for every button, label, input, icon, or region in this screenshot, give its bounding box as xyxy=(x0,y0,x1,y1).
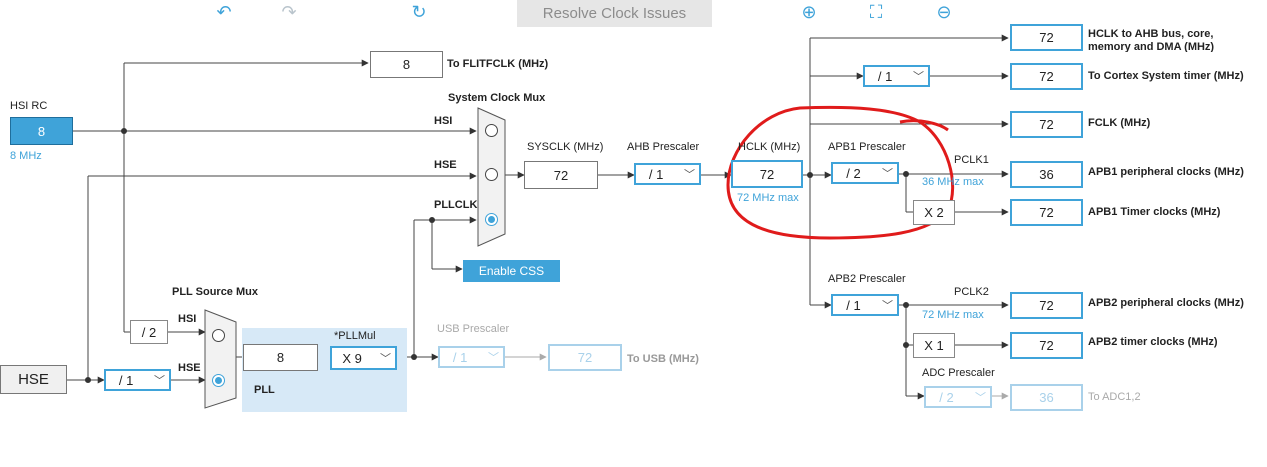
refresh-icon[interactable]: ↻ xyxy=(407,2,431,23)
output-apb2-timer-label: APB2 timer clocks (MHz) xyxy=(1088,336,1218,348)
hse-source-box[interactable]: HSE xyxy=(0,365,67,394)
redo-icon[interactable]: ↷ xyxy=(277,2,301,23)
ahb-prescaler-label: AHB Prescaler xyxy=(627,141,700,153)
hsi-rc-title: HSI RC xyxy=(10,100,48,112)
output-cortex-value: 72 xyxy=(1010,63,1083,90)
pll-source-mux-title: PLL Source Mux xyxy=(172,286,258,298)
apb1-max: 36 MHz max xyxy=(922,176,984,188)
usb-output-label: To USB (MHz) xyxy=(627,353,699,365)
sysmux-hse-radio[interactable] xyxy=(485,168,498,181)
apb1-prescaler-select[interactable]: / 2 ﹀ xyxy=(831,162,899,184)
pllsrc-hse-label: HSE xyxy=(178,362,201,374)
adc-prescaler-select[interactable]: / 2 ﹀ xyxy=(924,386,992,408)
ahb-prescaler-select[interactable]: / 1 ﹀ xyxy=(634,163,701,185)
apb2-prescaler-label: APB2 Prescaler xyxy=(828,273,906,285)
apb2-timer-multiplier: X 1 xyxy=(913,333,955,358)
sysmux-pllclk-label: PLLCLK xyxy=(434,199,478,211)
pllmul-label: *PLLMul xyxy=(334,330,376,342)
enable-css-button[interactable]: Enable CSS xyxy=(463,260,560,282)
fit-to-screen-icon[interactable]: ⛶ xyxy=(864,2,888,23)
usb-prescaler-value: / 1 xyxy=(452,349,468,365)
output-fclk-value: 72 xyxy=(1010,111,1083,138)
output-ahb-label: HCLK to AHB bus, core, memory and DMA (M… xyxy=(1088,28,1215,52)
adc-prescaler-label: ADC Prescaler xyxy=(922,367,995,379)
output-apb1-timer-value: 72 xyxy=(1010,199,1083,226)
pllsrc-hsi-radio[interactable] xyxy=(212,329,225,342)
chevron-down-icon: ﹀ xyxy=(488,352,499,364)
undo-icon[interactable]: ↶ xyxy=(212,2,236,23)
pllmul-select[interactable]: X 9 ﹀ xyxy=(330,346,397,370)
cortex-timer-divider-select[interactable]: / 1 ﹀ xyxy=(863,65,930,87)
output-ahb-value: 72 xyxy=(1010,24,1083,51)
hse-divider-value: / 1 xyxy=(118,372,134,388)
output-apb1-periph-label: APB1 peripheral clocks (MHz) xyxy=(1088,166,1244,178)
usb-prescaler-label: USB Prescaler xyxy=(437,323,510,335)
chevron-down-icon: ﹀ xyxy=(975,392,986,404)
adc-prescaler-value: / 2 xyxy=(939,389,954,405)
chevron-down-icon: ﹀ xyxy=(882,300,893,312)
output-apb2-periph-label: APB2 peripheral clocks (MHz) xyxy=(1088,297,1244,309)
hclk-label: HCLK (MHz) xyxy=(738,141,801,153)
chevron-down-icon: ﹀ xyxy=(913,71,924,83)
pclk1-label: PCLK1 xyxy=(954,154,989,166)
resolve-clock-issues-button[interactable]: Resolve Clock Issues xyxy=(517,0,712,27)
apb2-prescaler-value: / 1 xyxy=(846,297,861,313)
usb-output-value: 72 xyxy=(548,344,622,371)
system-clock-mux-title: System Clock Mux xyxy=(448,92,546,104)
chevron-down-icon: ﹀ xyxy=(882,168,893,180)
adc-output-value: 36 xyxy=(1010,384,1083,411)
sysmux-pllclk-radio[interactable] xyxy=(485,213,498,226)
sysmux-hsi-label: HSI xyxy=(434,115,453,127)
pll-source-mux xyxy=(204,309,237,409)
apb1-timer-multiplier: X 2 xyxy=(913,200,955,225)
sysclk-label: SYSCLK (MHz) xyxy=(527,141,604,153)
adc-output-label: To ADC1,2 xyxy=(1088,391,1141,403)
cortex-timer-divider-value: / 1 xyxy=(877,68,893,84)
usb-prescaler-select[interactable]: / 1 ﹀ xyxy=(438,346,505,368)
sysmux-hse-label: HSE xyxy=(434,159,457,171)
pllmul-value: X 9 xyxy=(342,350,362,366)
hclk-input[interactable]: 72 xyxy=(731,160,803,188)
output-apb1-timer-label: APB1 Timer clocks (MHz) xyxy=(1088,206,1221,218)
hsi-div2-box: / 2 xyxy=(130,320,168,344)
output-apb2-periph-value: 72 xyxy=(1010,292,1083,319)
apb1-prescaler-value: / 2 xyxy=(846,165,861,181)
apb1-prescaler-label: APB1 Prescaler xyxy=(828,141,906,153)
hse-divider-select[interactable]: / 1 ﹀ xyxy=(104,369,171,391)
pllsrc-hsi-label: HSI xyxy=(178,313,197,325)
output-fclk-label: FCLK (MHz) xyxy=(1088,117,1151,129)
pll-input-value: 8 xyxy=(243,344,318,371)
flitfclk-label: To FLITFCLK (MHz) xyxy=(447,58,549,70)
hclk-max: 72 MHz max xyxy=(737,192,799,204)
flitfclk-value: 8 xyxy=(370,51,443,78)
chevron-down-icon: ﹀ xyxy=(684,169,695,181)
chevron-down-icon: ﹀ xyxy=(154,375,165,387)
zoom-in-icon[interactable]: ⊕ xyxy=(797,2,821,23)
zoom-out-icon[interactable]: ⊖ xyxy=(932,2,956,23)
pclk2-label: PCLK2 xyxy=(954,286,989,298)
apb2-prescaler-select[interactable]: / 1 ﹀ xyxy=(831,294,899,316)
hsi-rc-box[interactable]: 8 xyxy=(10,117,73,145)
output-apb2-timer-value: 72 xyxy=(1010,332,1083,359)
pll-label: PLL xyxy=(254,384,275,396)
output-cortex-label: To Cortex System timer (MHz) xyxy=(1088,70,1244,82)
sysmux-hsi-radio[interactable] xyxy=(485,124,498,137)
apb2-max: 72 MHz max xyxy=(922,309,984,321)
chevron-down-icon: ﹀ xyxy=(380,353,391,365)
hsi-frequency: 8 MHz xyxy=(10,150,42,162)
sysclk-value: 72 xyxy=(524,161,598,189)
output-apb1-periph-value: 36 xyxy=(1010,161,1083,188)
ahb-prescaler-value: / 1 xyxy=(648,166,664,182)
pllsrc-hse-radio[interactable] xyxy=(212,374,225,387)
